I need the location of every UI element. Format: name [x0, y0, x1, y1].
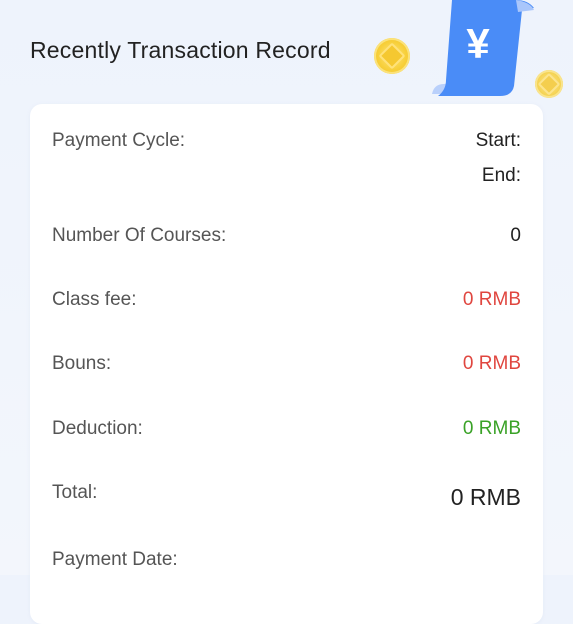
bonus-label: Bouns:	[52, 353, 112, 374]
courses-value: 0	[510, 225, 521, 246]
coin-icon	[535, 70, 563, 98]
courses-label: Number Of Courses:	[52, 225, 227, 246]
payment-cycle-end-label: End:	[481, 165, 521, 186]
payment-date-label: Payment Date:	[52, 549, 178, 570]
transaction-card: Payment Cycle: Start: End: Number Of Cou…	[30, 104, 543, 624]
receipt-symbol: ¥	[466, 20, 490, 67]
total-value: 0 RMB	[450, 484, 521, 510]
payment-cycle-label: Payment Cycle:	[52, 130, 186, 151]
page-title: Recently Transaction Record	[30, 37, 331, 63]
payment-cycle-start-label: Start:	[475, 130, 521, 151]
class-fee-label: Class fee:	[52, 289, 137, 310]
deduction-label: Deduction:	[52, 418, 143, 439]
receipt-yen-icon: ¥	[432, 0, 534, 96]
bonus-value: 0 RMB	[462, 353, 521, 374]
total-label: Total:	[52, 482, 98, 503]
coin-icon	[374, 38, 410, 74]
class-fee-value: 0 RMB	[462, 289, 521, 310]
deduction-value: 0 RMB	[462, 418, 521, 439]
